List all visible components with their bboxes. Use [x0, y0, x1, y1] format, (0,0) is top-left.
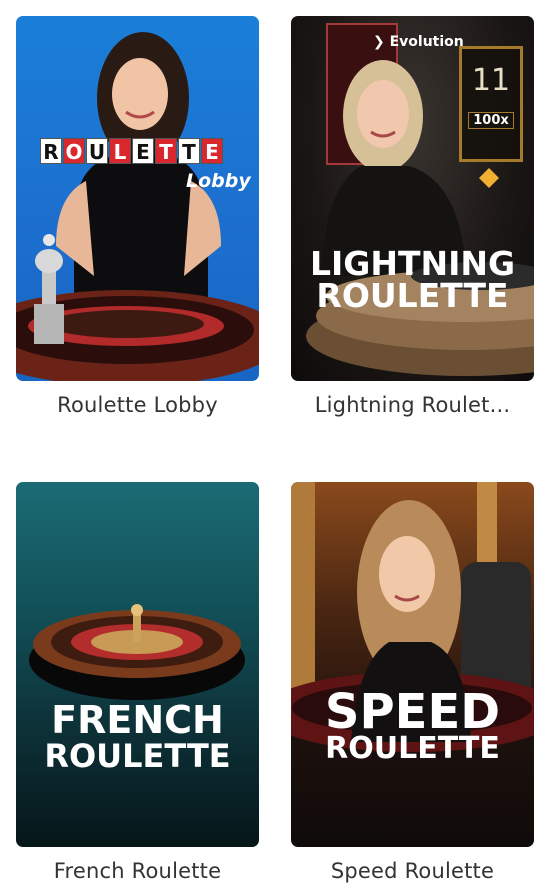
game-card-french-roulette[interactable]: FRENCH ROULETTE French Roulette	[16, 482, 259, 883]
logo-subtitle: Lobby	[186, 170, 251, 192]
game-grid: R O U L E T T E Lobby Roulette Lobby ❯ E…	[0, 0, 550, 888]
lightning-number: 11	[471, 63, 511, 98]
provider-logo: ❯ Evolution	[373, 34, 464, 50]
game-title[interactable]: French Roulette	[16, 859, 259, 883]
logo-line-2: ROULETTE	[44, 737, 231, 775]
dealer-illustration	[291, 482, 534, 752]
logo-letter: E	[132, 138, 154, 164]
game-card-roulette-lobby[interactable]: R O U L E T T E Lobby Roulette Lobby	[16, 16, 259, 417]
game-logo: LIGHTNING ROULETTE	[291, 247, 534, 315]
logo-letter: T	[178, 138, 200, 164]
logo-letter: E	[201, 138, 223, 164]
logo-line-2: ROULETTE	[316, 276, 509, 315]
game-card-lightning-roulette[interactable]: ❯ Evolution 11 100x LIGHTNING ROULETTE L…	[291, 16, 534, 417]
dealer-illustration	[16, 32, 259, 381]
game-thumbnail[interactable]: ❯ Evolution 11 100x LIGHTNING ROULETTE	[291, 16, 534, 381]
logo-letter: O	[63, 138, 85, 164]
logo-letter: R	[40, 138, 62, 164]
logo-line-1: SPEED	[324, 684, 501, 740]
game-logo: SPEED ROULETTE	[291, 684, 534, 766]
game-card-speed-roulette[interactable]: SPEED ROULETTE Speed Roulette	[291, 482, 534, 883]
game-title[interactable]: Speed Roulette	[291, 859, 534, 883]
game-thumbnail[interactable]: FRENCH ROULETTE	[16, 482, 259, 847]
evolution-icon: ❯	[373, 34, 385, 50]
lightning-number-panel: 11 100x	[459, 46, 523, 162]
game-title[interactable]: Roulette Lobby	[16, 393, 259, 417]
provider-name: Evolution	[389, 34, 464, 50]
logo-line-1: FRENCH	[51, 698, 224, 742]
game-logo: FRENCH ROULETTE	[16, 698, 259, 775]
logo-letter: U	[86, 138, 108, 164]
logo-letter: T	[155, 138, 177, 164]
game-title[interactable]: Lightning Roulet...	[291, 393, 534, 417]
lightning-multiplier: 100x	[468, 112, 514, 129]
game-thumbnail[interactable]: R O U L E T T E Lobby	[16, 16, 259, 381]
logo-line-2: ROULETTE	[325, 731, 500, 766]
logo-letter: L	[109, 138, 131, 164]
roulette-wheel-illustration	[29, 604, 245, 700]
roulette-logo: R O U L E T T E	[40, 138, 224, 164]
game-thumbnail[interactable]: SPEED ROULETTE	[291, 482, 534, 847]
